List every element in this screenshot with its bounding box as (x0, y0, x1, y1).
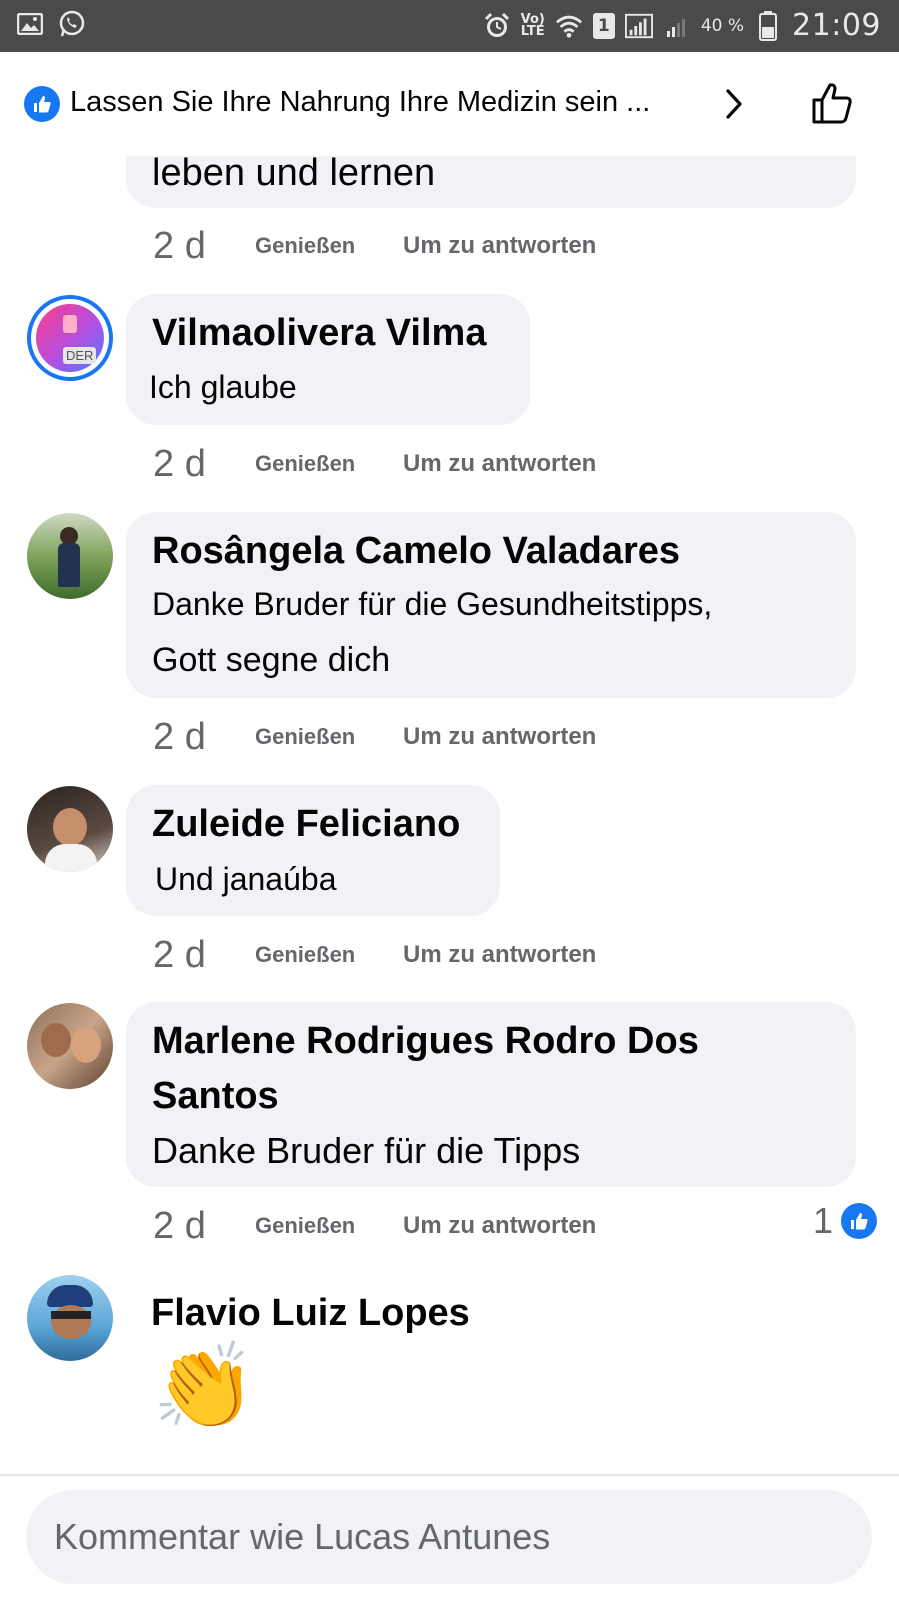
comment-composer (0, 1474, 899, 1599)
comment-author[interactable]: Zuleide Feliciano (152, 803, 460, 846)
comment-input-container[interactable] (26, 1490, 872, 1584)
comment-time[interactable]: 2 d (153, 934, 255, 977)
thumbs-up-icon[interactable] (808, 78, 858, 128)
like-icon (24, 86, 60, 122)
comment-time[interactable]: 2 d (153, 716, 255, 759)
comment-text: Gott segne dich (152, 641, 391, 679)
avatar[interactable]: DER (27, 295, 113, 381)
comment-input[interactable] (54, 1516, 834, 1558)
signal-icon (624, 12, 653, 40)
sim-icon: 1 (592, 12, 615, 39)
volte-icon: Vo) LTE (520, 13, 545, 39)
comment-text: leben und lernen (152, 156, 436, 194)
status-bar-right: Vo) LTE 1 40 % 21:09 (483, 8, 881, 43)
like-button[interactable]: Genießen (255, 1213, 403, 1239)
comment-time[interactable]: 2 d (153, 1205, 255, 1248)
comment-actions: 2 d Genießen Um zu antworten (153, 1205, 596, 1248)
comment-author[interactable]: Marlene Rodrigues Rodro Dos (152, 1020, 699, 1063)
wifi-icon (555, 12, 583, 40)
avatar[interactable] (27, 1275, 113, 1361)
reaction-count: 1 (812, 1200, 833, 1241)
post-title[interactable]: Lassen Sie Ihre Nahrung Ihre Medizin sei… (70, 86, 690, 119)
sim-number: 1 (597, 15, 610, 36)
comment-author[interactable]: Rosângela Camelo Valadares (152, 530, 680, 573)
comment-text: Danke Bruder für die Tipps (152, 1130, 581, 1171)
clapping-hands-emoji: 👏 (152, 1337, 257, 1435)
like-icon (841, 1203, 877, 1239)
comment-bubble[interactable]: Vilmaolivera Vilma Ich glaube (126, 294, 530, 425)
like-button[interactable]: Genießen (255, 724, 403, 750)
avatar[interactable] (27, 786, 113, 872)
comment-text: Danke Bruder für die Gesundheitstipps, (152, 586, 713, 622)
comment-actions: 2 d Genießen Um zu antworten (153, 716, 596, 759)
reply-button[interactable]: Um zu antworten (403, 450, 596, 478)
like-button[interactable]: Genießen (255, 451, 403, 477)
like-button[interactable]: Genießen (255, 942, 403, 968)
comment-time[interactable]: 2 d (153, 443, 255, 486)
alarm-icon (483, 12, 511, 40)
reply-button[interactable]: Um zu antworten (403, 723, 596, 751)
comment-bubble[interactable]: leben und lernen (126, 156, 856, 208)
reaction-summary[interactable]: 1 (813, 1200, 877, 1242)
reply-button[interactable]: Um zu antworten (403, 941, 596, 969)
comment-bubble[interactable]: Marlene Rodrigues Rodro Dos Santos Danke… (126, 1002, 856, 1187)
battery-icon (754, 10, 782, 41)
status-bar-left (16, 10, 86, 38)
comment-text: Und janaúba (155, 861, 337, 897)
reply-button[interactable]: Um zu antworten (403, 232, 596, 260)
avatar-label: DER (63, 347, 97, 364)
comment-bubble[interactable]: Zuleide Feliciano Und janaúba (126, 785, 500, 916)
comment-author[interactable]: Flavio Luiz Lopes (151, 1292, 470, 1335)
comment-actions: 2 d Genießen Um zu antworten (153, 443, 596, 486)
comment-bubble[interactable]: Rosângela Camelo Valadares Danke Bruder … (126, 512, 856, 698)
comment-text: Ich glaube (149, 369, 297, 405)
post-header[interactable]: Lassen Sie Ihre Nahrung Ihre Medizin sei… (0, 52, 899, 156)
comment-author[interactable]: Vilmaolivera Vilma (152, 312, 486, 355)
whatsapp-icon (58, 10, 86, 38)
comment-time[interactable]: 2 d (153, 225, 255, 268)
clock: 21:09 (792, 8, 881, 43)
comment-author-cont[interactable]: Santos (152, 1075, 279, 1118)
gallery-icon (16, 10, 44, 38)
battery-percent: 40 % (700, 15, 745, 36)
comment-actions: 2 d Genießen Um zu antworten (153, 934, 596, 977)
status-bar: Vo) LTE 1 40 % 21:09 (0, 0, 899, 52)
avatar[interactable] (27, 513, 113, 599)
reply-button[interactable]: Um zu antworten (403, 1212, 596, 1240)
like-button[interactable]: Genießen (255, 233, 403, 259)
chevron-right-icon[interactable] (718, 82, 750, 126)
signal-weak-icon (663, 12, 691, 40)
comments-list[interactable]: leben und lernen 2 d Genießen Um zu antw… (0, 156, 899, 1474)
avatar[interactable] (27, 1003, 113, 1089)
comment-actions: 2 d Genießen Um zu antworten (153, 225, 596, 268)
volte-line2: LTE (520, 23, 545, 39)
